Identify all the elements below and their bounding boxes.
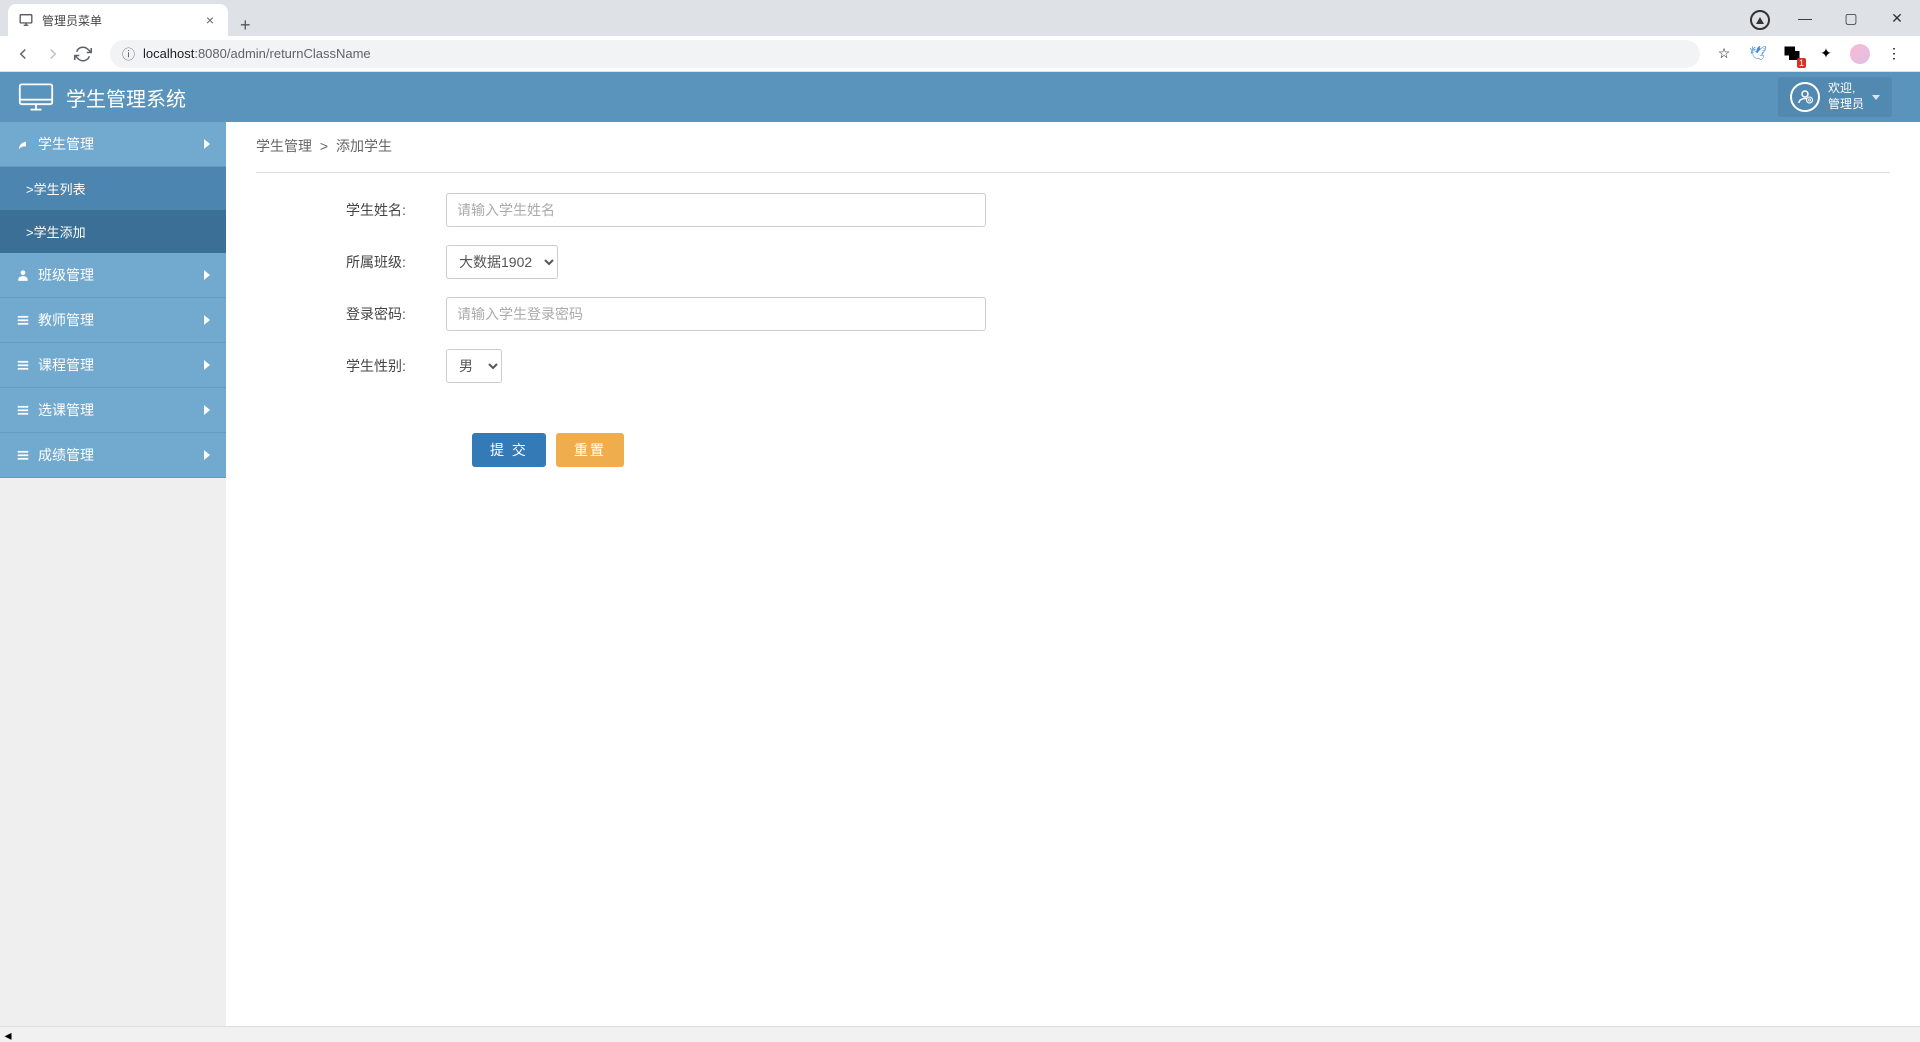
app-title: 学生管理系统 [66,83,186,112]
content: 学生管理 > 添加学生 学生姓名: 所属班级: 大数据1902 登录密码: 学生… [226,122,1920,1042]
app-header: 学生管理系统 欢迎, 管理员 [0,72,1920,122]
profile-icon[interactable] [1848,42,1872,66]
puzzle-icon[interactable]: ✦ [1814,42,1838,66]
chevron-right-icon [204,450,210,460]
submit-button[interactable]: 提 交 [472,433,546,467]
breadcrumb-sep: > [320,138,328,154]
welcome-text: 欢迎, [1828,81,1864,97]
avatar-icon [1790,82,1820,112]
sidebar-item-label: 成绩管理 [38,445,94,465]
monitor-icon [18,12,34,28]
sidebar-item-teacher[interactable]: 教师管理 [0,298,226,343]
user-menu[interactable]: 欢迎, 管理员 [1778,77,1892,116]
chevron-right-icon [204,360,210,370]
scroll-left-button[interactable]: ◂ [0,1027,16,1042]
list-icon [16,358,30,372]
breadcrumb: 学生管理 > 添加学生 [256,136,1890,173]
browser-tab[interactable]: 管理员菜单 × [8,4,228,36]
user-icon [16,268,30,282]
monitor-icon [18,82,54,112]
minimize-button[interactable]: — [1782,0,1828,36]
sidebar-subitem-label: >学生列表 [26,182,86,197]
address-bar[interactable]: ⓘ localhost:8080/admin/returnClassName [110,40,1700,68]
class-label: 所属班级: [346,252,446,272]
close-button[interactable]: ✕ [1874,0,1920,36]
chevron-right-icon [204,315,210,325]
back-button[interactable] [8,39,38,69]
gender-label: 学生性别: [346,356,446,376]
chevron-right-icon [204,270,210,280]
url-path: /admin/returnClassName [227,46,371,61]
new-tab-button[interactable]: + [228,15,263,36]
chevron-right-icon [204,405,210,415]
app-logo: 学生管理系统 [18,82,186,112]
class-select[interactable]: 大数据1902 [446,245,558,279]
close-icon[interactable]: × [202,12,218,28]
compass-icon[interactable] [1748,8,1772,32]
breadcrumb-part: 学生管理 [256,138,312,154]
browser-tab-bar: 管理员菜单 × + — ▢ ✕ [0,0,1920,36]
password-label: 登录密码: [346,304,446,324]
chat-icon[interactable]: 1 [1780,42,1804,66]
sidebar-item-enroll[interactable]: 选课管理 [0,388,226,433]
user-info: 欢迎, 管理员 [1828,81,1864,112]
url-port: :8080 [194,46,227,61]
list-icon [16,448,30,462]
tab-title: 管理员菜单 [42,12,202,29]
sidebar-item-course[interactable]: 课程管理 [0,343,226,388]
bird-icon[interactable]: 🕊 [1746,42,1770,66]
sidebar-item-label: 班级管理 [38,265,94,285]
sidebar-item-label: 选课管理 [38,400,94,420]
sidebar-item-label: 学生管理 [38,134,94,154]
menu-icon[interactable]: ⋮ [1882,42,1906,66]
window-controls: — ▢ ✕ [1748,0,1920,36]
reset-button[interactable]: 重置 [556,433,624,467]
password-input[interactable] [446,297,986,331]
student-name-label: 学生姓名: [346,200,446,220]
student-name-input[interactable] [446,193,986,227]
browser-toolbar: ⓘ localhost:8080/admin/returnClassName ☆… [0,36,1920,72]
sidebar-item-student[interactable]: 学生管理 [0,122,226,167]
forward-button[interactable] [38,39,68,69]
badge: 1 [1797,58,1806,68]
star-icon[interactable]: ☆ [1712,42,1736,66]
add-student-form: 学生姓名: 所属班级: 大数据1902 登录密码: 学生性别: 男 提 交 [256,193,1890,467]
sidebar-item-grade[interactable]: 成绩管理 [0,433,226,478]
chevron-down-icon [1872,95,1880,100]
sidebar-item-label: 教师管理 [38,310,94,330]
sidebar-item-label: 课程管理 [38,355,94,375]
chevron-right-icon [204,139,210,149]
horizontal-scrollbar[interactable]: ◂ [0,1026,1920,1042]
info-icon: ⓘ [122,44,135,63]
maximize-button[interactable]: ▢ [1828,0,1874,36]
sidebar-item-class[interactable]: 班级管理 [0,253,226,298]
reload-button[interactable] [68,39,98,69]
user-name: 管理员 [1828,97,1864,113]
leaf-icon [16,137,30,151]
sidebar-subitem-student-add[interactable]: >学生添加 [0,210,226,253]
breadcrumb-part: 添加学生 [336,138,392,154]
sidebar: 学生管理 >学生列表 >学生添加 班级管理 教师管理 课程管理 选课管理 [0,122,226,1042]
sidebar-subitem-student-list[interactable]: >学生列表 [0,167,226,210]
list-icon [16,403,30,417]
gender-select[interactable]: 男 [446,349,502,383]
list-icon [16,313,30,327]
url-host: localhost [143,46,194,61]
sidebar-subitem-label: >学生添加 [26,225,86,240]
